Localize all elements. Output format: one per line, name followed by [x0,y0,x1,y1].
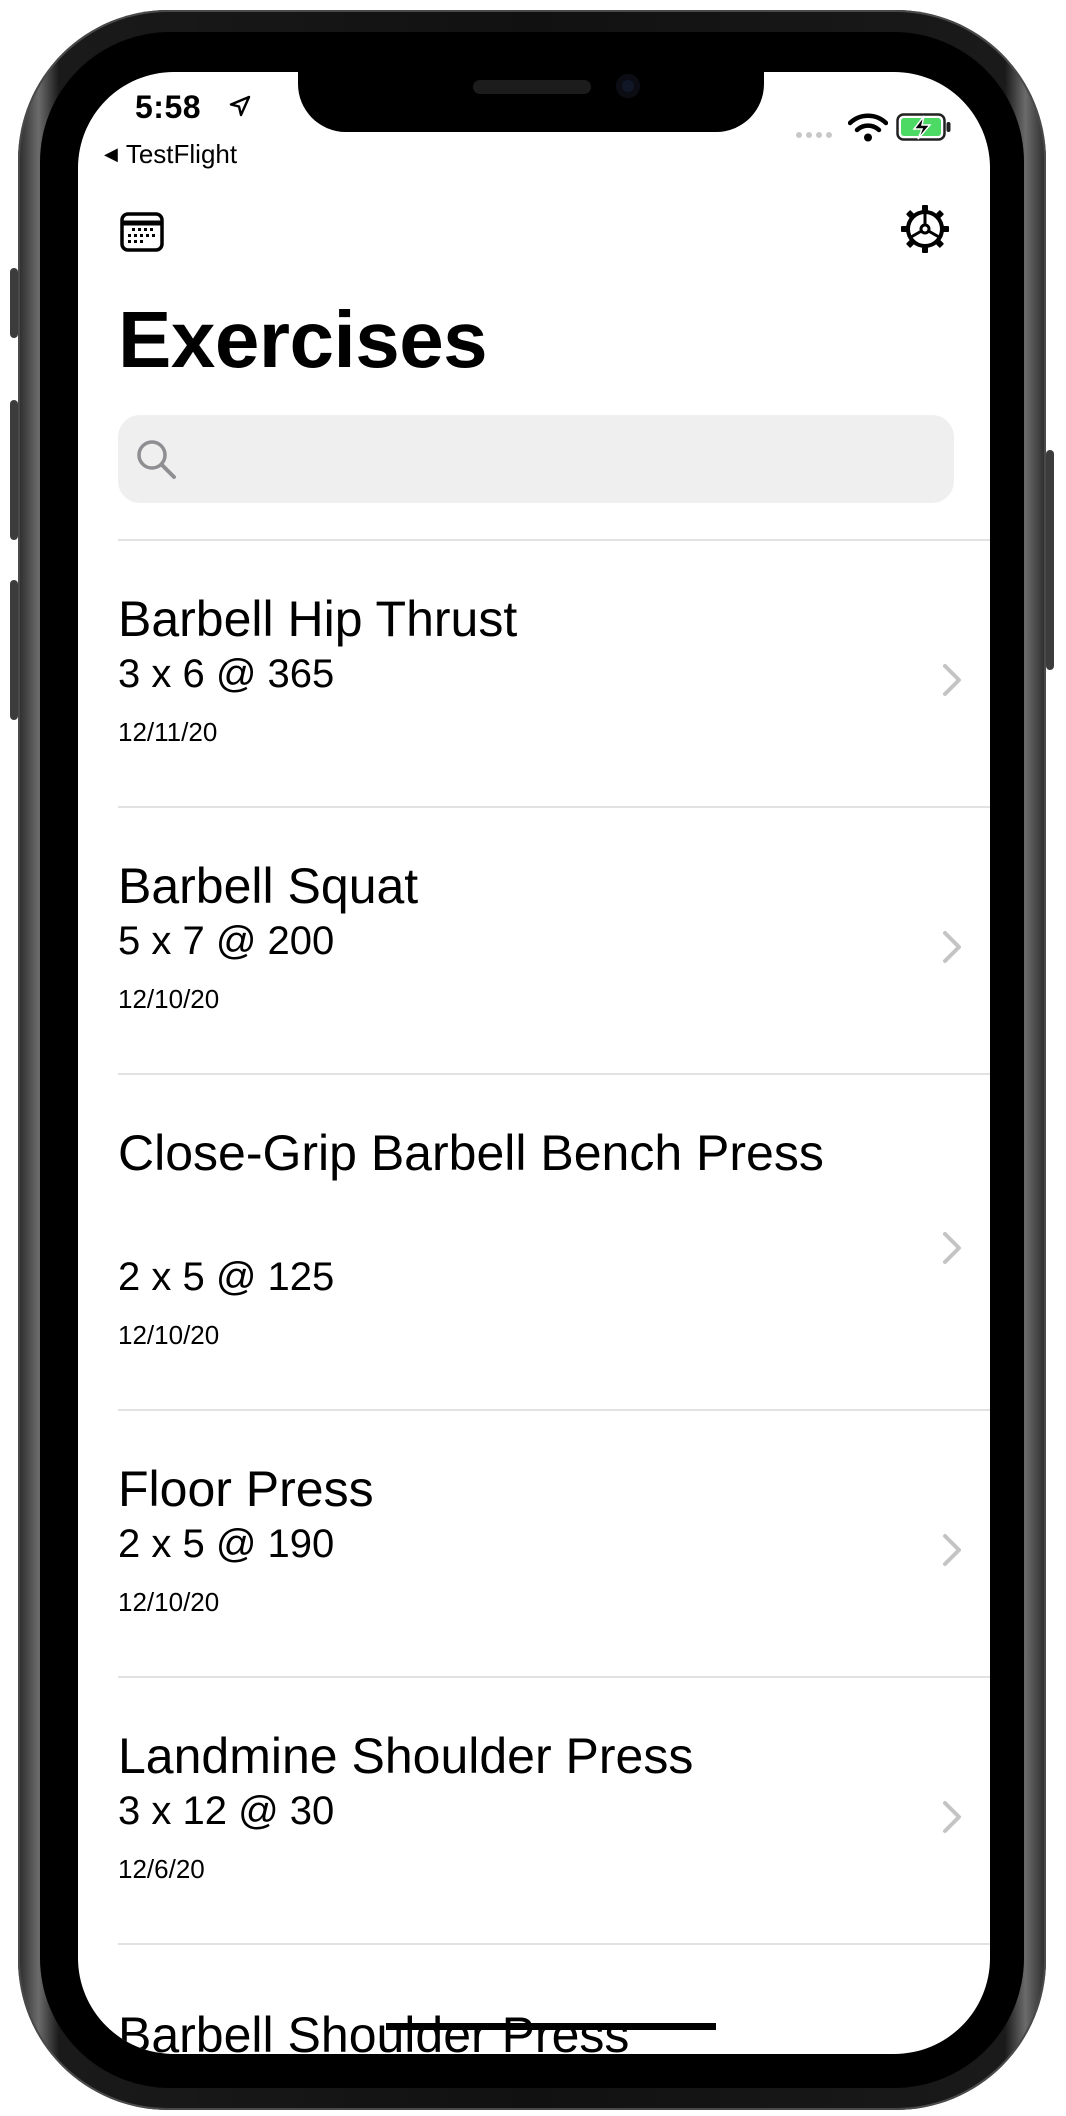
exercise-date: 12/10/20 [118,1320,220,1350]
exercise-date: 12/11/20 [118,717,218,747]
notch [298,72,764,132]
chevron-right-icon [943,664,961,696]
chevron-right-icon [943,1801,961,1833]
calendar-icon[interactable] [120,212,164,252]
exercise-detail: 2 x 5 @ 190 [118,1522,335,1566]
search-icon [137,440,176,479]
battery-charging-icon [896,113,951,141]
exercise-name: Floor Press [118,1461,374,1517]
cellular-signal-icon [796,132,832,138]
status-time: 5:58 [135,89,202,125]
gear-icon[interactable] [900,204,950,254]
location-arrow-icon [229,95,251,117]
exercise-detail: 3 x 6 @ 365 [118,652,335,696]
exercise-row[interactable]: Barbell Hip Thrust 3 x 6 @ 365 12/11/20 [78,541,990,806]
exercise-detail: 3 x 12 @ 30 [118,1789,335,1833]
exercise-row[interactable]: Barbell Squat 5 x 7 @ 200 12/10/20 [78,808,990,1073]
exercise-name: Barbell Hip Thrust [118,591,518,647]
strikethrough-line [386,2023,716,2030]
exercise-date: 12/10/20 [118,984,220,1014]
exercise-row[interactable]: Close-Grip Barbell Bench Press 2 x 5 @ 1… [78,1075,990,1409]
back-to-app-link[interactable]: ◀ TestFlight [104,139,237,170]
search-bar[interactable] [118,415,954,503]
back-triangle-icon: ◀ [104,144,118,164]
exercise-detail: 2 x 5 @ 125 [118,1255,335,1299]
volume-up-button [10,400,18,540]
exercise-name: Landmine Shoulder Press [118,1728,694,1784]
exercise-date: 12/10/20 [118,1587,220,1617]
chevron-right-icon [943,1534,961,1566]
speaker [473,80,591,94]
chevron-right-icon [943,931,961,963]
exercise-name: Close-Grip Barbell Bench Press [118,1125,824,1181]
back-app-label: TestFlight [125,139,238,169]
camera [616,74,640,98]
exercise-row[interactable]: Landmine Shoulder Press 3 x 12 @ 30 12/6… [78,1678,990,1943]
silent-switch [10,268,18,338]
volume-down-button [10,580,18,720]
wifi-icon [848,113,888,142]
exercise-row[interactable]: Floor Press 2 x 5 @ 190 12/10/20 [78,1411,990,1676]
exercise-detail: 5 x 7 @ 200 [118,919,335,963]
power-button [1046,450,1054,670]
search-input[interactable] [188,433,932,487]
chevron-right-icon [943,1232,961,1264]
exercise-name: Barbell Squat [118,858,419,914]
page-title: Exercises [118,295,488,384]
divider [118,1943,990,1945]
exercise-date: 12/6/20 [118,1854,205,1884]
app-screen: 5:58 ◀ TestFlight Exercises Barbell Hip … [78,72,990,2054]
